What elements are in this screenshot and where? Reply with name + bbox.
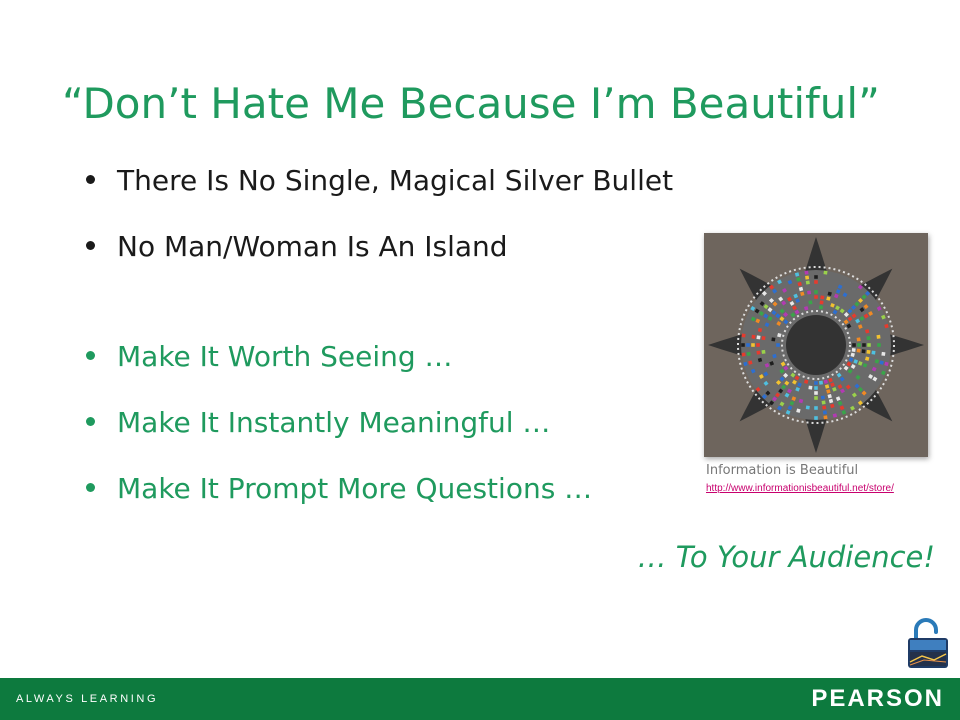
bullet-text: Make It Prompt More Questions … (117, 472, 593, 505)
ring-data-mark (818, 380, 824, 385)
ring-data-mark (751, 343, 755, 347)
ring-data-mark (805, 280, 810, 285)
ring-data-mark (857, 343, 861, 347)
ring-data-mark (805, 275, 810, 280)
bullet-item: Make It Instantly Meaningful … (86, 403, 550, 443)
ring-data-mark (814, 396, 818, 400)
ring-data-mark (823, 270, 828, 275)
ring-data-mark (818, 305, 824, 310)
ring-data-mark (856, 337, 861, 342)
ring-data-mark (877, 343, 881, 347)
bullet-dot (86, 416, 95, 426)
ring-data-mark (814, 280, 818, 284)
bullet-item: Make It Worth Seeing … (86, 337, 453, 377)
ring-data-mark (751, 334, 756, 339)
bullet-dot (86, 174, 95, 184)
ring-data-mark (820, 395, 825, 400)
ring-data-mark (862, 343, 866, 347)
footer-bar: ALWAYS LEARNING PEARSON (0, 678, 960, 720)
ring-data-mark (852, 343, 856, 347)
ring-data-mark (856, 348, 861, 353)
ring-data-mark (822, 405, 827, 410)
bullet-item: No Man/Woman Is An Island (86, 227, 508, 267)
footer-brand-logo: PEARSON (811, 685, 944, 712)
bullet-dot (86, 240, 95, 250)
footer-tagline: ALWAYS LEARNING (16, 693, 159, 705)
ring-data-mark (756, 350, 761, 355)
ring-data-mark (814, 391, 818, 395)
ring-data-mark (851, 347, 856, 353)
ring-data-mark (820, 295, 825, 300)
ring-data-mark (871, 350, 876, 355)
bullet-dot (86, 482, 95, 492)
bullet-dot (86, 350, 95, 360)
ring-data-mark (881, 351, 886, 356)
source-link[interactable]: http://www.informationisbeautiful.net/st… (706, 482, 894, 496)
ring-data-mark (756, 343, 760, 347)
ring-data-mark (814, 295, 818, 299)
ring-data-mark (876, 334, 881, 339)
ring-data-mark (808, 300, 813, 305)
flower-infographic-image (704, 233, 928, 457)
ring-data-mark (807, 290, 812, 295)
slide-title: “Don’t Hate Me Because I’m Beautiful” (62, 79, 880, 128)
center-hole (786, 315, 846, 375)
ring-data-mark (771, 337, 776, 342)
flower-infographic (704, 233, 928, 457)
ring-data-mark (861, 349, 866, 354)
ring-data-mark (814, 386, 818, 390)
ring-data-mark (823, 415, 828, 420)
ring-data-mark (805, 405, 810, 410)
ring-data-mark (808, 385, 813, 390)
ring-data-mark (746, 351, 751, 356)
bullet-text: Make It Instantly Meaningful … (117, 406, 551, 439)
ring-data-mark (741, 352, 746, 357)
ring-data-mark (819, 300, 824, 305)
ring-data-mark (741, 333, 746, 338)
ring-data-mark (866, 349, 871, 354)
ring-data-mark (821, 400, 826, 405)
bullet-text: There Is No Single, Magical Silver Bulle… (117, 164, 674, 197)
ring-data-mark (866, 336, 871, 341)
ring-data-mark (814, 416, 818, 420)
ring-data-mark (761, 349, 766, 354)
bullet-item: Make It Prompt More Questions … (86, 469, 592, 509)
ring-data-mark (756, 335, 761, 340)
unlocked-padlock-icon (906, 616, 950, 670)
ring-data-mark (761, 336, 766, 341)
ring-data-mark (741, 343, 745, 347)
ring-data-mark (822, 410, 827, 415)
ring-data-mark (814, 406, 818, 410)
ring-data-mark (804, 270, 809, 275)
ring-data-mark (867, 343, 871, 347)
ring-data-mark (814, 290, 818, 294)
bullet-text: No Man/Woman Is An Island (117, 230, 508, 263)
ring-data-mark (746, 343, 750, 347)
bullet-text: Make It Worth Seeing … (117, 340, 453, 373)
ring-data-mark (814, 275, 818, 279)
bullet-item: There Is No Single, Magical Silver Bulle… (86, 161, 673, 201)
ring-data-mark (776, 343, 780, 347)
image-caption: Information is Beautiful (706, 463, 859, 478)
ring-data-mark (814, 381, 818, 385)
closing-line: … To Your Audience! (637, 540, 935, 574)
